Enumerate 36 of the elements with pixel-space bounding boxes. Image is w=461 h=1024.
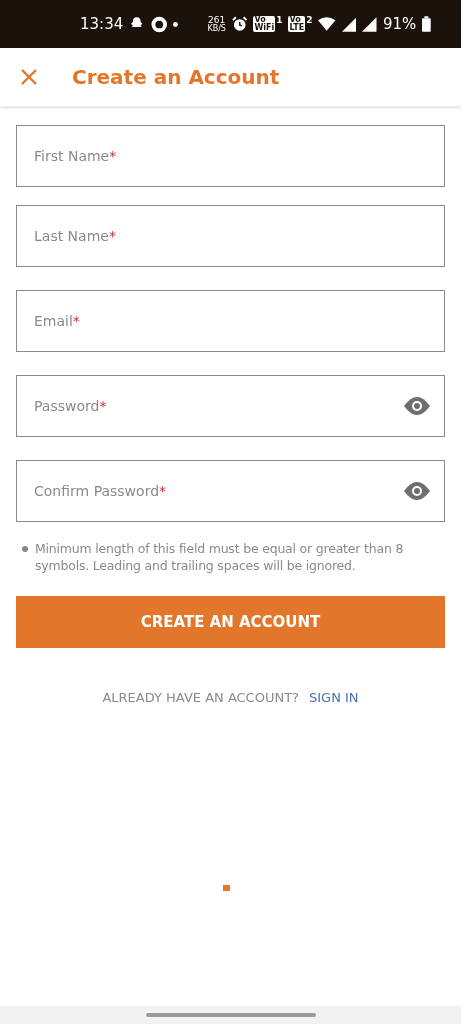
alarm-clock-icon — [231, 16, 248, 32]
close-icon — [20, 68, 38, 86]
badge-bottom-text: LTE — [289, 24, 305, 32]
badge-index: 2 — [306, 16, 313, 25]
input-field[interactable]: Password* — [16, 375, 445, 437]
badge-top-text: Vo — [289, 16, 302, 24]
hint-text: Minimum length of this field must be equal or greater than 8 symbols. Leading and trailing spaces will be ignored. — [35, 540, 405, 574]
speed-unit: KB/S — [207, 24, 226, 33]
eye-icon[interactable] — [404, 397, 430, 415]
signal-icon — [341, 16, 357, 32]
status-time: 13:34 — [80, 13, 124, 35]
battery-percent: 91% — [382, 13, 417, 35]
signal-icon — [362, 16, 377, 32]
create-account-button[interactable]: CREATE AN ACCOUNT — [16, 596, 445, 648]
page-title: Create an Account — [72, 64, 280, 91]
battery-icon — [422, 16, 431, 32]
ring-icon — [150, 15, 168, 33]
close-button[interactable] — [20, 68, 38, 86]
badge-bottom-text: WiFi — [254, 24, 275, 32]
eye-icon[interactable] — [404, 482, 430, 500]
input-field[interactable]: Last Name* — [16, 205, 445, 267]
input-field[interactable]: First Name* — [16, 125, 445, 187]
dot-icon — [173, 21, 178, 27]
field-placeholder: Password* — [34, 396, 108, 416]
field-placeholder: First Name* — [34, 146, 118, 166]
sign-in-prompt: ALREADY HAVE AN ACCOUNT? — [102, 689, 299, 707]
wifi-icon — [318, 17, 336, 31]
input-field[interactable]: Email* — [16, 290, 445, 352]
field-placeholder: Last Name* — [34, 226, 117, 246]
speed-value: 261 — [208, 15, 226, 25]
badge-index: 1 — [276, 16, 283, 25]
input-field[interactable]: Confirm Password* — [16, 460, 445, 522]
field-placeholder: Email* — [34, 311, 81, 331]
bullet-icon — [22, 546, 28, 552]
field-placeholder: Confirm Password* — [34, 481, 168, 501]
sign-in-link[interactable]: SIGN IN — [309, 688, 359, 708]
